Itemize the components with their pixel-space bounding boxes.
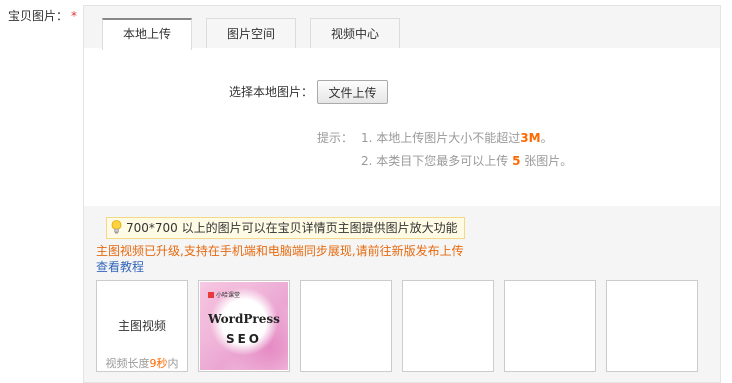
thumbnail-logo-text: 小哈课堂 <box>216 292 241 299</box>
tab-video-center[interactable]: 视频中心 <box>310 18 400 49</box>
logo-mark-icon <box>208 292 214 298</box>
tip-size-value: 3M <box>520 131 541 145</box>
lightbulb-icon <box>111 220 122 234</box>
field-label-text: 宝贝图片： <box>8 9 69 23</box>
image-slot-1[interactable]: 小哈课堂 WordPress SEO <box>198 280 290 372</box>
required-star: * <box>71 9 78 23</box>
video-duration-prefix: 视频长度 <box>105 357 150 370</box>
choose-local-image-label: 选择本地图片： <box>229 85 314 99</box>
tip-count-prefix: 2. 本类目下您最多可以上传 <box>361 154 513 168</box>
thumbnail-title: WordPress <box>208 312 280 326</box>
tip-size-suffix: 。 <box>540 131 553 145</box>
tip-size-limit: 1. 本地上传图片大小不能超过3M。 <box>361 129 553 146</box>
image-slot-2[interactable] <box>300 280 392 372</box>
video-duration-suffix: 内 <box>167 357 179 370</box>
main-video-slot[interactable]: 主图视频 视频长度9秒内 <box>96 280 188 372</box>
tip-count-suffix: 张图片。 <box>520 154 573 168</box>
uploaded-image-thumbnail[interactable]: 小哈课堂 WordPress SEO <box>200 282 288 370</box>
tip-count-limit: 2. 本类目下您最多可以上传 5 张图片。 <box>361 152 572 169</box>
main-video-title: 主图视频 <box>117 319 166 333</box>
thumbnail-logo: 小哈课堂 <box>208 290 240 299</box>
local-upload-content: 选择本地图片： 文件上传 提示： 1. 本地上传图片大小不能超过3M。 2. 本… <box>84 48 720 206</box>
tip-size-prefix: 1. 本地上传图片大小不能超过 <box>361 131 521 145</box>
thumbnail-subtitle: SEO <box>225 332 263 346</box>
image-slot-4[interactable] <box>504 280 596 372</box>
view-tutorial-link[interactable]: 查看教程 <box>96 258 144 275</box>
video-duration-value: 9秒 <box>149 357 168 370</box>
file-upload-button[interactable]: 文件上传 <box>317 80 388 104</box>
field-label: 宝贝图片： * <box>8 7 77 24</box>
tips-label: 提示： <box>317 131 354 145</box>
zoom-notice: 700*700 以上的图片可以在宝贝详情页主图提供图片放大功能 <box>106 217 465 239</box>
video-duration-hint: 视频长度9秒内 <box>97 355 187 371</box>
tab-image-space[interactable]: 图片空间 <box>206 18 296 49</box>
image-slot-3[interactable] <box>402 280 494 372</box>
zoom-notice-text: 700*700 以上的图片可以在宝贝详情页主图提供图片放大功能 <box>126 221 458 235</box>
image-slot-5[interactable] <box>606 280 698 372</box>
video-upgrade-text: 主图视频已升级,支持在手机端和电脑端同步展现,请前往新版发布上传 <box>96 244 464 258</box>
image-upload-panel: 本地上传 图片空间 视频中心 选择本地图片： 文件上传 提示： 1. 本地上传图… <box>83 5 721 383</box>
tab-local-upload[interactable]: 本地上传 <box>102 18 192 50</box>
